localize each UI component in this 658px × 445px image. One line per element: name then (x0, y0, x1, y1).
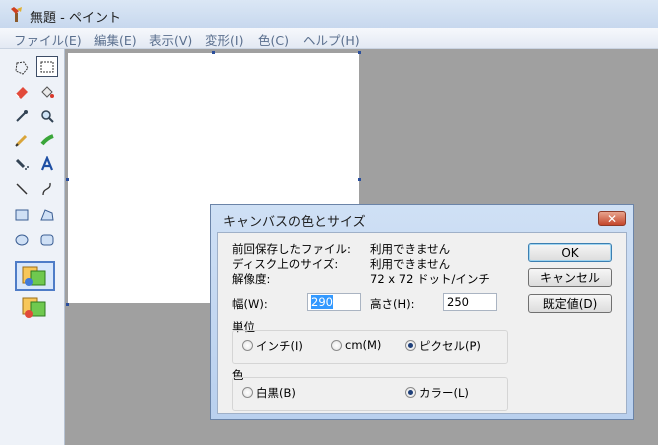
text-tool[interactable] (36, 153, 58, 174)
magnifier-tool[interactable] (36, 105, 58, 126)
eyedropper-icon (16, 109, 28, 122)
ellipse-icon (15, 234, 29, 245)
tool-box (0, 49, 65, 445)
pencil-tool[interactable] (11, 129, 33, 150)
resize-handle-right[interactable] (358, 178, 361, 181)
ok-button[interactable]: OK (528, 243, 612, 262)
line-tool[interactable] (11, 178, 33, 199)
free-select-tool[interactable] (11, 57, 33, 78)
unit-inch-radio[interactable] (242, 340, 253, 351)
paint-bucket-icon (41, 85, 54, 98)
resolution-label: 解像度: (232, 272, 271, 286)
airbrush-tool[interactable] (11, 153, 33, 174)
height-input[interactable]: 250 (443, 293, 497, 311)
rect-select-tool[interactable] (36, 56, 58, 77)
close-button[interactable]: ✕ (598, 211, 626, 226)
unit-inch-label[interactable]: インチ(I) (256, 338, 303, 354)
ellipse-tool[interactable] (11, 229, 33, 250)
cancel-button[interactable]: キャンセル (528, 268, 612, 287)
resize-handle-bottom-left[interactable] (66, 303, 69, 306)
text-icon (40, 155, 54, 170)
pencil-icon (15, 134, 28, 147)
polygon-icon (40, 208, 54, 220)
free-select-icon (15, 60, 29, 75)
title-bar: 無題 - ペイント (0, 0, 658, 28)
airbrush-icon (15, 158, 29, 170)
width-input-value: 290 (311, 295, 333, 309)
rectangle-tool[interactable] (11, 204, 33, 225)
opaque-background-option[interactable] (15, 261, 55, 291)
menu-edit[interactable]: 編集(E) (94, 30, 137, 49)
resolution-value: 72 x 72 ドット/インチ (370, 272, 490, 286)
magnifier-icon (41, 109, 54, 123)
fill-tool[interactable] (36, 81, 58, 102)
unit-cm-label[interactable]: cm(M) (345, 338, 381, 352)
width-input[interactable]: 290 (307, 293, 361, 311)
paint-app-icon (11, 7, 22, 22)
rounded-rectangle-icon (40, 234, 54, 245)
height-label: 高さ(H): (370, 297, 415, 311)
rectangle-icon (15, 209, 29, 220)
last-saved-label: 前回保存したファイル: (232, 242, 351, 256)
brush-tool[interactable] (36, 129, 58, 150)
brush-icon (40, 133, 54, 145)
color-picker-tool[interactable] (11, 105, 33, 126)
close-icon: ✕ (606, 211, 618, 226)
window-title: 無題 - ペイント (30, 11, 121, 26)
menu-image[interactable]: 変形(I) (205, 30, 243, 49)
color-color-radio[interactable] (405, 387, 416, 398)
transparent-background-option[interactable] (15, 294, 55, 324)
height-input-value: 250 (447, 295, 469, 309)
color-color-label[interactable]: カラー(L) (419, 385, 469, 401)
disk-size-label: ディスク上のサイズ: (232, 257, 339, 271)
opaque-selection-icon (22, 266, 46, 286)
eraser-icon (15, 86, 28, 99)
curve-icon (42, 182, 51, 195)
resize-handle-top-right[interactable] (358, 51, 361, 54)
last-saved-value: 利用できません (370, 242, 451, 256)
rect-select-icon (40, 61, 54, 72)
polygon-tool[interactable] (36, 204, 58, 225)
dialog-title: キャンバスの色とサイズ (223, 215, 366, 230)
transparent-selection-icon (22, 297, 46, 318)
menu-file[interactable]: ファイル(E) (14, 30, 82, 49)
color-mono-radio[interactable] (242, 387, 253, 398)
eraser-tool[interactable] (11, 81, 33, 102)
line-icon (16, 182, 28, 195)
unit-cm-radio[interactable] (331, 340, 342, 351)
unit-pixel-radio[interactable] (405, 340, 416, 351)
unit-pixel-label[interactable]: ピクセル(P) (419, 338, 481, 354)
curve-tool[interactable] (36, 178, 58, 199)
dialog-body: 前回保存したファイル: 利用できません ディスク上のサイズ: 利用できません 解… (217, 232, 627, 414)
rounded-rect-tool[interactable] (36, 229, 58, 250)
canvas-size-dialog: キャンバスの色とサイズ ✕ 前回保存したファイル: 利用できません ディスク上の… (210, 204, 634, 420)
menu-bar: ファイル(E) 編集(E) 表示(V) 変形(I) 色(C) ヘルプ(H) (0, 28, 658, 49)
color-mono-label[interactable]: 白黒(B) (256, 385, 296, 401)
menu-view[interactable]: 表示(V) (149, 30, 192, 49)
menu-colors[interactable]: 色(C) (258, 30, 289, 49)
resize-handle-top[interactable] (212, 51, 215, 54)
width-label: 幅(W): (232, 297, 268, 311)
menu-help[interactable]: ヘルプ(H) (303, 30, 360, 49)
resize-handle-left[interactable] (66, 178, 69, 181)
disk-size-value: 利用できません (370, 257, 451, 271)
default-button[interactable]: 既定値(D) (528, 294, 612, 313)
